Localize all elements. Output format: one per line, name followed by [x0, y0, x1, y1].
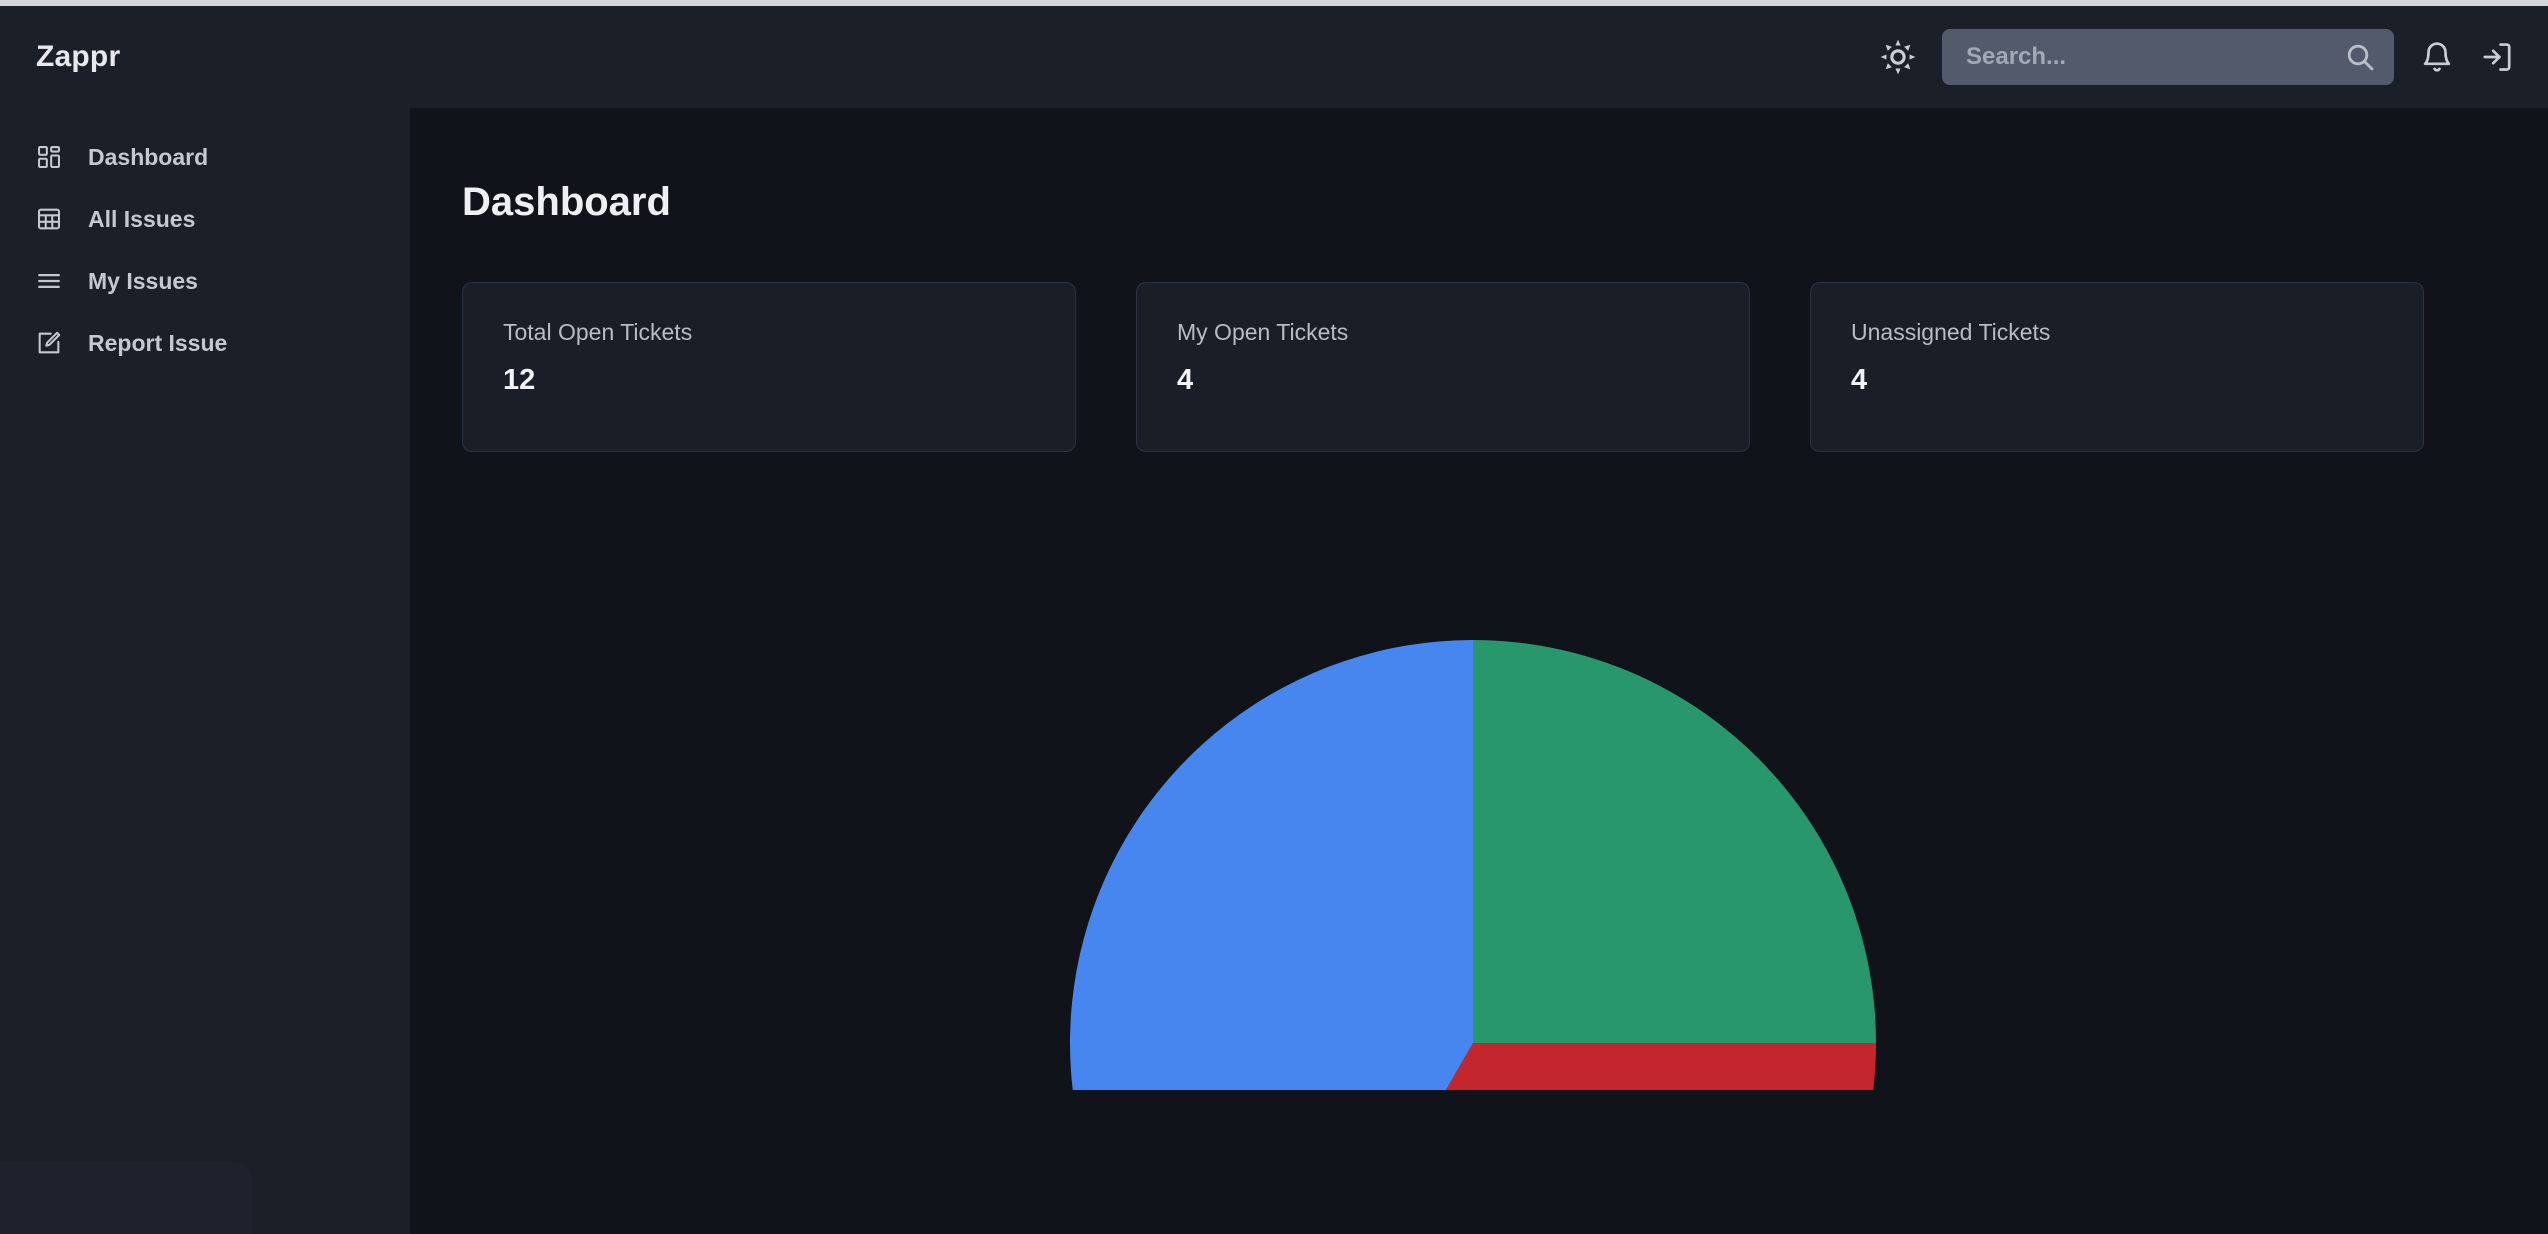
chart-area: [410, 452, 2548, 1092]
list-icon: [34, 266, 64, 296]
stat-card-label: My Open Tickets: [1177, 319, 1709, 346]
sidebar-item-report-issue[interactable]: Report Issue: [0, 312, 410, 374]
app-root: Zappr: [0, 0, 2548, 1234]
search-input[interactable]: [1942, 29, 2394, 85]
edit-square-icon: [34, 328, 64, 358]
sun-icon[interactable]: [1880, 39, 1916, 75]
app-logo[interactable]: Zappr: [36, 40, 120, 74]
logout-icon[interactable]: [2480, 40, 2514, 74]
sidebar-item-label: Report Issue: [88, 330, 227, 357]
stat-card-unassigned-tickets[interactable]: Unassigned Tickets 4: [1810, 282, 2424, 452]
sidebar-item-label: All Issues: [88, 206, 195, 233]
stat-card-value: 12: [503, 364, 1035, 397]
stat-card-label: Total Open Tickets: [503, 319, 1035, 346]
stat-card-value: 4: [1177, 364, 1709, 397]
search-box[interactable]: [1942, 29, 2394, 85]
search-icon[interactable]: [2344, 41, 2376, 73]
bell-icon[interactable]: [2420, 40, 2454, 74]
stat-card-label: Unassigned Tickets: [1851, 319, 2383, 346]
stat-card-value: 4: [1851, 364, 2383, 397]
ticket-status-pie-chart[interactable]: [1070, 640, 1900, 1090]
sidebar-item-label: My Issues: [88, 268, 198, 295]
pie-slices: [1070, 640, 1876, 1090]
sidebar-item-all-issues[interactable]: All Issues: [0, 188, 410, 250]
layout-dashboard-icon: [34, 142, 64, 172]
pie-slice[interactable]: [1070, 640, 1473, 1090]
stat-cards: Total Open Tickets 12 My Open Tickets 4 …: [462, 282, 2548, 452]
header-actions: [1880, 29, 2514, 85]
page-title: Dashboard: [462, 180, 2548, 225]
sidebar: Dashboard All Issues: [0, 108, 410, 1234]
sidebar-item-dashboard[interactable]: Dashboard: [0, 126, 410, 188]
main-content: Dashboard Total Open Tickets 12 My Open …: [410, 108, 2548, 1234]
sidebar-item-label: Dashboard: [88, 144, 208, 171]
table-icon: [34, 204, 64, 234]
stat-card-my-open-tickets[interactable]: My Open Tickets 4: [1136, 282, 1750, 452]
sidebar-footer-decoration: [0, 1162, 252, 1234]
app-header: Zappr: [0, 6, 2548, 108]
pie-slice[interactable]: [1473, 640, 1876, 1043]
sidebar-item-my-issues[interactable]: My Issues: [0, 250, 410, 312]
stat-card-total-open-tickets[interactable]: Total Open Tickets 12: [462, 282, 1076, 452]
